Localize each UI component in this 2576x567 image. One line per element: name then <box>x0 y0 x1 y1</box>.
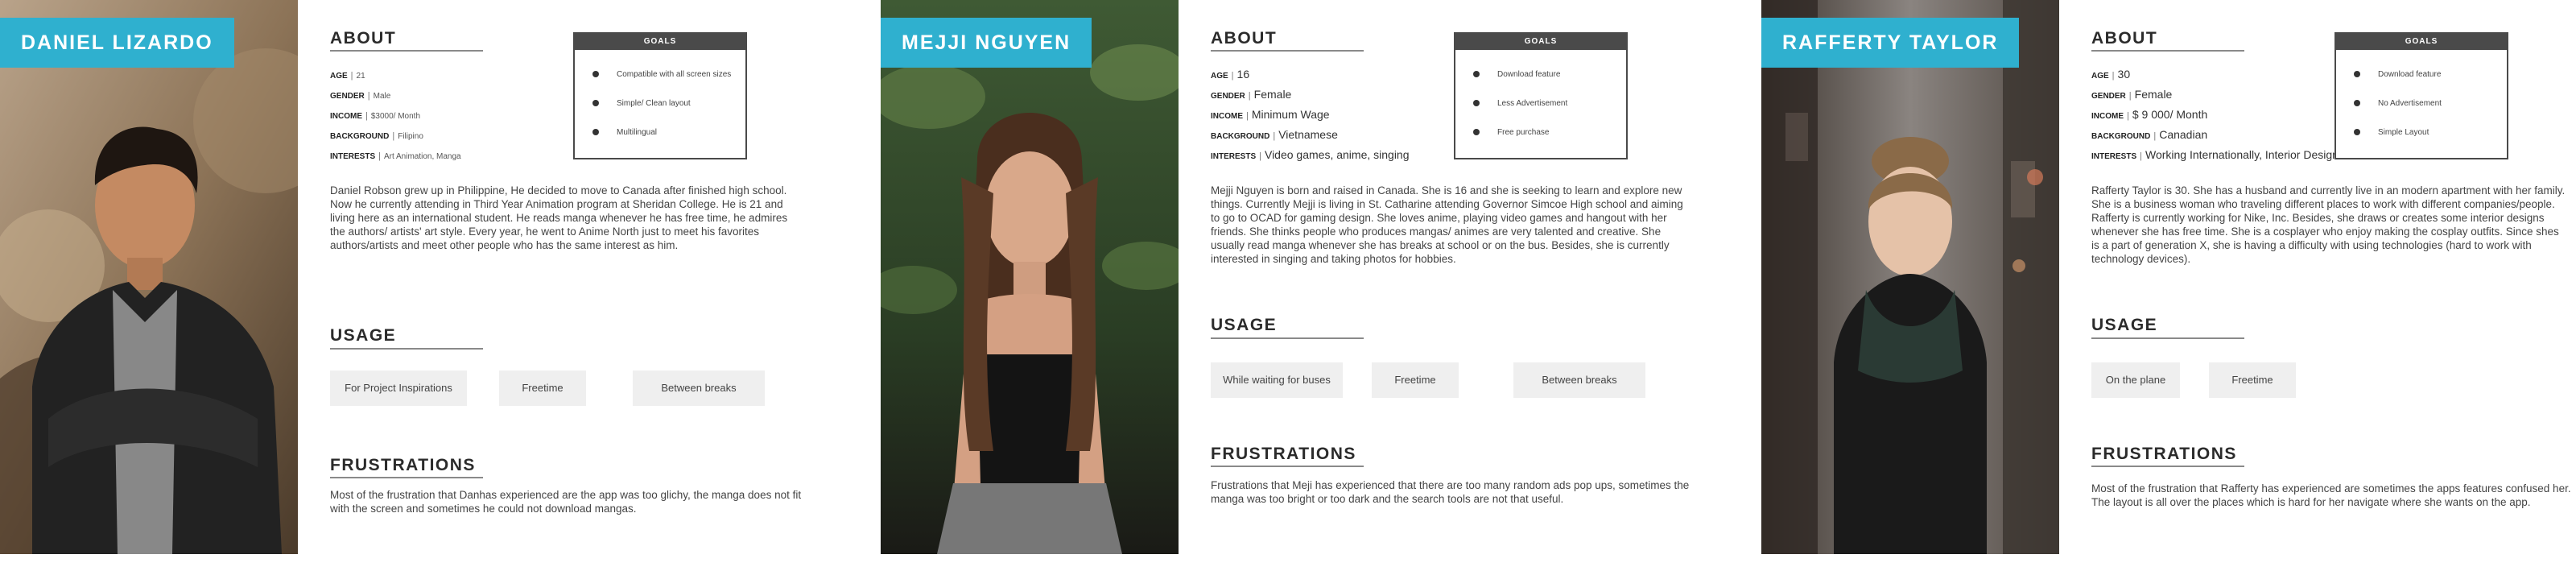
usage-chip: On the plane <box>2091 362 2180 398</box>
persona-info: AGE | 16 GENDER | Female INCOME | Minimum Wage… <box>1211 64 1452 165</box>
goal-item: No Advertisement <box>2354 99 2442 108</box>
bullet-icon <box>2354 129 2360 136</box>
goal-item: Download feature <box>1473 70 1560 79</box>
info-row-age: AGE | 30 <box>2091 68 2131 81</box>
usage-chip: Freetime <box>499 370 586 406</box>
persona-card-rafferty: RAFFERTY TAYLOR ABOUT AGE | 30 GENDER | Fema… <box>1761 0 2576 567</box>
goals-box: GOALS Compatible with all screen sizes S… <box>573 32 747 159</box>
bullet-icon <box>1473 71 1480 78</box>
info-row-background: BACKGROUND | Canadian <box>2091 128 2208 141</box>
bullet-icon <box>1473 100 1480 107</box>
goals-heading: GOALS <box>1455 34 1626 50</box>
goal-item: Simple Layout <box>2354 128 2429 137</box>
bullet-icon <box>592 100 599 107</box>
usage-chip: Freetime <box>1372 362 1459 398</box>
info-row-background: BACKGROUND | Vietnamese <box>1211 128 1338 141</box>
goal-item: Simple/ Clean layout <box>592 99 691 108</box>
persona-name-tag: DANIEL LIZARDO <box>0 18 234 68</box>
info-row-income: INCOME | Minimum Wage <box>1211 108 1330 121</box>
info-row-gender: GENDER | Female <box>2091 88 2173 101</box>
info-row-age: AGE | 16 <box>1211 68 1250 81</box>
bullet-icon <box>592 71 599 78</box>
persona-frustrations: Most of the frustration that Danhas expe… <box>330 489 802 515</box>
persona-name-tag: RAFFERTY TAYLOR <box>1761 18 2020 68</box>
about-heading: ABOUT <box>1211 29 1278 48</box>
info-row-interests: INTERESTS | Art Animation, Manga <box>330 151 461 161</box>
frustrations-heading: FRUSTRATIONS <box>330 456 476 474</box>
info-row-income: INCOME | $3000/ Month <box>330 111 421 121</box>
goal-item: Compatible with all screen sizes <box>592 70 731 79</box>
about-heading: ABOUT <box>2091 29 2158 48</box>
persona-photo <box>1761 0 2059 554</box>
about-underline <box>2091 50 2244 52</box>
goals-heading: GOALS <box>2336 34 2507 50</box>
usage-heading: USAGE <box>1211 316 1278 334</box>
usage-heading: USAGE <box>2091 316 2158 334</box>
info-row-interests: INTERESTS | Working Internationally, Inter… <box>2091 148 2339 161</box>
about-underline <box>330 50 483 52</box>
persona-info: AGE | 21 GENDER | Male INCOME | $3000/ Month B… <box>330 64 572 165</box>
persona-name-tag: MEJJI NGUYEN <box>881 18 1092 68</box>
frustrations-underline <box>1211 466 1364 467</box>
persona-photo <box>0 0 298 554</box>
frustrations-heading: FRUSTRATIONS <box>2091 445 2237 463</box>
usage-chip: For Project Inspirations <box>330 370 467 406</box>
bullet-icon <box>592 129 599 136</box>
persona-bio: Rafferty Taylor is 30. She has a husband… <box>2091 184 2566 265</box>
about-heading: ABOUT <box>330 29 397 48</box>
persona-card-mejji: MEJJI NGUYEN ABOUT AGE | 16 GENDER | Female … <box>881 0 1760 567</box>
usage-chip: Freetime <box>2209 362 2296 398</box>
info-row-gender: GENDER | Male <box>330 91 391 101</box>
frustrations-underline <box>2091 466 2244 467</box>
info-row-gender: GENDER | Female <box>1211 88 1292 101</box>
usage-underline <box>2091 337 2244 339</box>
frustrations-heading: FRUSTRATIONS <box>1211 445 1356 463</box>
goal-item: Download feature <box>2354 70 2441 79</box>
goal-item: Less Advertisement <box>1473 99 1567 108</box>
bullet-icon <box>2354 71 2360 78</box>
goals-heading: GOALS <box>575 34 745 50</box>
bullet-icon <box>2354 100 2360 107</box>
usage-heading: USAGE <box>330 326 397 345</box>
usage-chip: While waiting for buses <box>1211 362 1343 398</box>
persona-photo <box>881 0 1179 554</box>
persona-info: AGE | 30 GENDER | Female INCOME | $ 9 000/ Mon… <box>2091 64 2339 165</box>
goal-item: Multilingual <box>592 128 657 137</box>
persona-frustrations: Frustrations that Meji has experienced t… <box>1211 479 1690 505</box>
info-row-age: AGE | 21 <box>330 71 365 81</box>
usage-chip: Between breaks <box>1513 362 1645 398</box>
frustrations-underline <box>330 477 483 478</box>
usage-chip: Between breaks <box>633 370 765 406</box>
info-row-income: INCOME | $ 9 000/ Month <box>2091 108 2208 121</box>
usage-underline <box>330 348 483 350</box>
persona-bio: Mejji Nguyen is born and raised in Canad… <box>1211 184 1683 265</box>
goals-box: GOALS Download feature Less Advertisemen… <box>1454 32 1628 159</box>
persona-frustrations: Most of the frustration that Rafferty ha… <box>2091 482 2571 508</box>
goal-item: Free purchase <box>1473 128 1549 137</box>
info-row-interests: INTERESTS | Video games, anime, singing <box>1211 148 1410 161</box>
about-underline <box>1211 50 1364 52</box>
usage-underline <box>1211 337 1364 339</box>
info-row-background: BACKGROUND | Filipino <box>330 131 423 141</box>
goals-box: GOALS Download feature No Advertisement … <box>2334 32 2508 159</box>
bullet-icon <box>1473 129 1480 136</box>
persona-bio: Daniel Robson grew up in Philippine, He … <box>330 184 788 251</box>
persona-card-daniel: DANIEL LIZARDO ABOUT AGE | 21 GENDER | Male … <box>0 0 879 567</box>
